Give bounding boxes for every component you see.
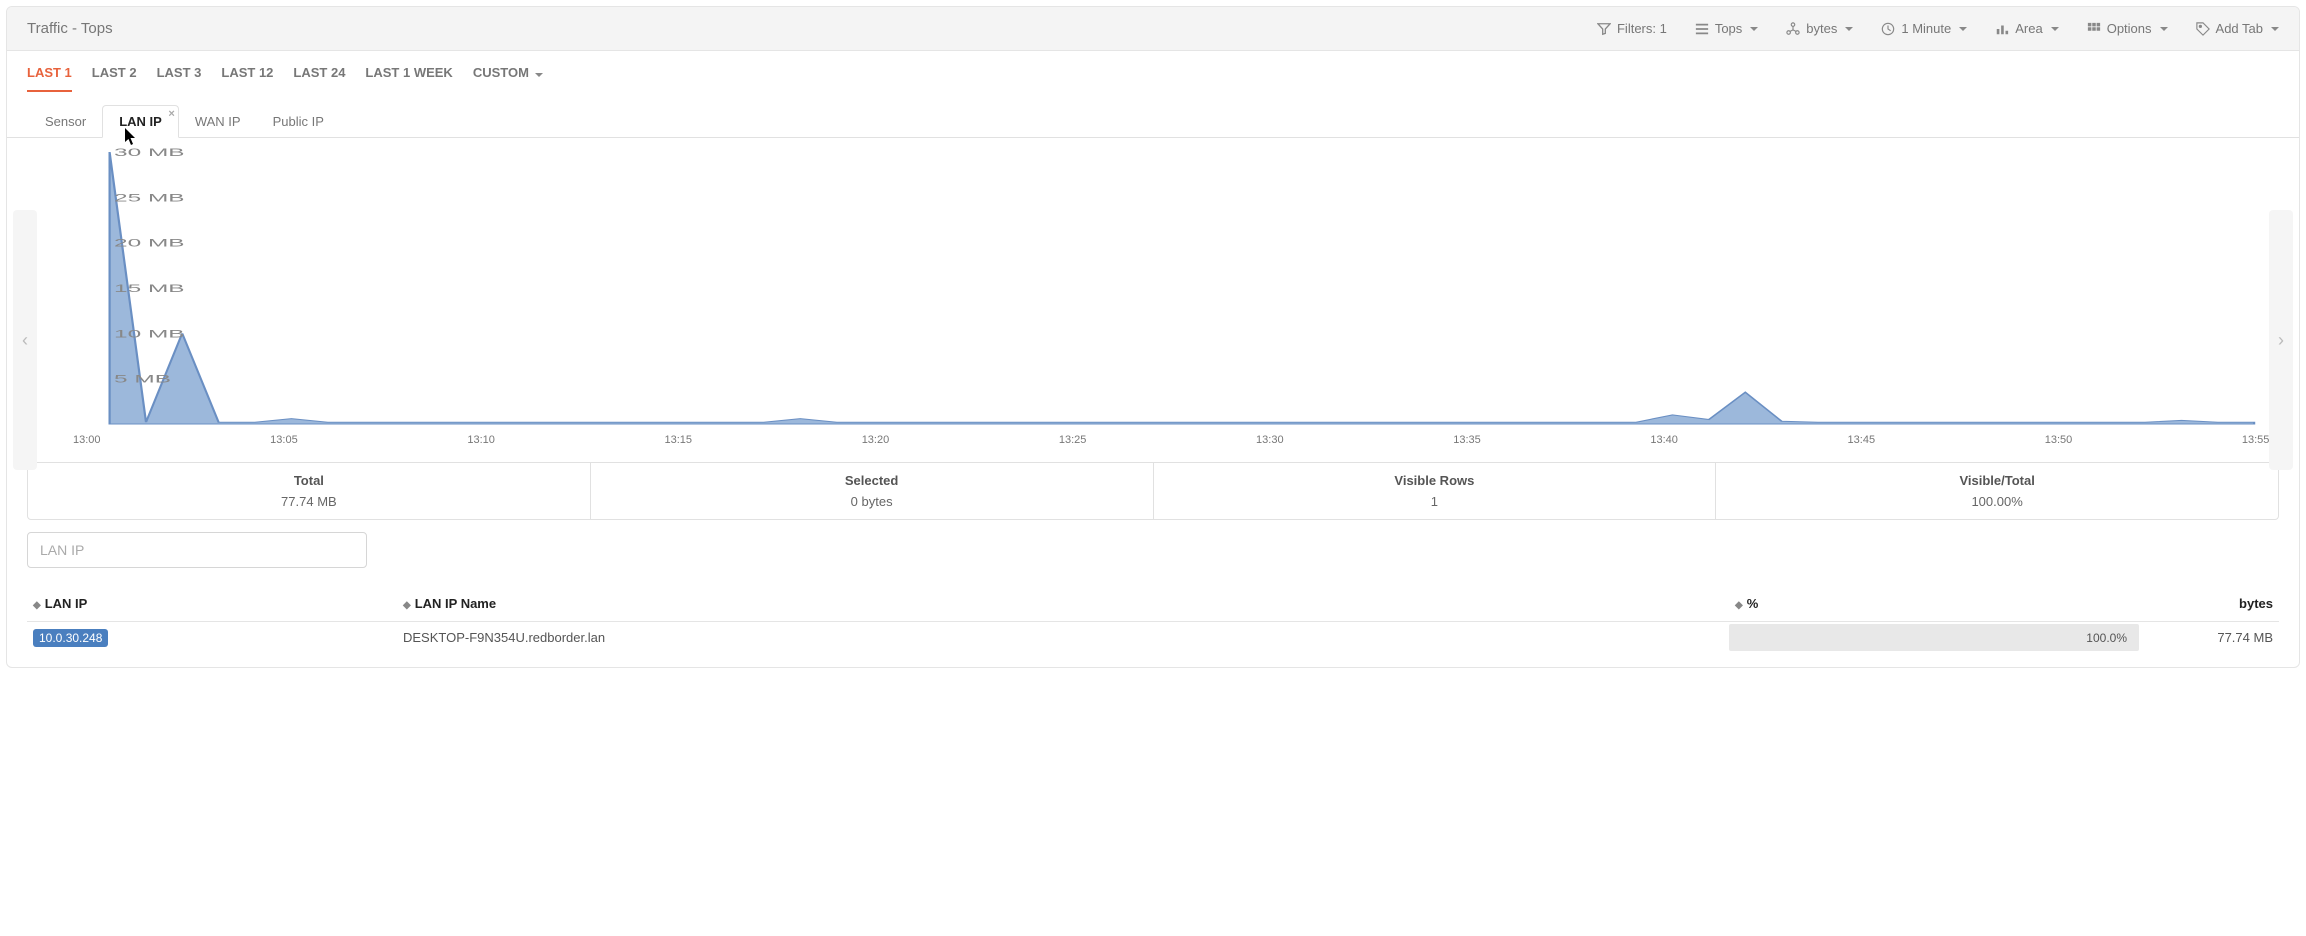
- charttype-label: Area: [2015, 21, 2042, 36]
- period-tabs: LAST 1 LAST 2 LAST 3 LAST 12 LAST 24 LAS…: [7, 51, 2299, 92]
- chart-next-button[interactable]: ›: [2269, 210, 2293, 470]
- summary-total: Total 77.74 MB: [28, 463, 590, 519]
- x-tick: 13:00: [73, 434, 74, 446]
- options-control[interactable]: Options: [2087, 21, 2168, 36]
- svg-text:10 MB: 10 MB: [114, 328, 185, 340]
- unit-label: bytes: [1806, 21, 1837, 36]
- x-tick: 13:25: [1059, 434, 1060, 446]
- chevron-down-icon: [2051, 27, 2059, 31]
- options-label: Options: [2107, 21, 2152, 36]
- x-tick: 13:05: [270, 434, 271, 446]
- x-tick: 13:15: [665, 434, 666, 446]
- tops-label: Tops: [1715, 21, 1742, 36]
- filters-control[interactable]: Filters: 1: [1597, 21, 1667, 36]
- cell-lan-ip-name: DESKTOP-F9N354U.redborder.lan: [397, 622, 1729, 654]
- col-percent[interactable]: ◆%: [1729, 586, 2139, 622]
- charttype-control[interactable]: Area: [1995, 21, 2058, 36]
- period-last-24[interactable]: LAST 24: [293, 65, 345, 92]
- network-icon: [1786, 22, 1800, 36]
- col-lan-ip[interactable]: ◆LAN IP: [27, 586, 397, 622]
- summary-visible-total: Visible/Total 100.00%: [1715, 463, 2278, 519]
- sort-icon: ◆: [403, 600, 411, 611]
- grid-icon: [2087, 22, 2101, 36]
- tops-control[interactable]: Tops: [1695, 21, 1758, 36]
- subtab-wan-ip[interactable]: WAN IP: [179, 106, 257, 137]
- chevron-down-icon: [1845, 27, 1853, 31]
- close-icon[interactable]: ×: [168, 108, 174, 120]
- x-tick: 13:20: [862, 434, 863, 446]
- area-chart: 30 MB 25 MB 20 MB 15 MB 10 MB 5 MB: [43, 148, 2263, 428]
- chart-prev-button[interactable]: ‹: [13, 210, 37, 470]
- chevron-down-icon: [1750, 27, 1758, 31]
- x-tick: 13:10: [467, 434, 468, 446]
- svg-text:25 MB: 25 MB: [114, 192, 185, 204]
- filters-label: Filters: 1: [1617, 21, 1667, 36]
- table-row[interactable]: 10.0.30.248 DESKTOP-F9N354U.redborder.lan…: [27, 622, 2279, 654]
- col-lan-ip-name[interactable]: ◆LAN IP Name: [397, 586, 1729, 622]
- period-custom[interactable]: CUSTOM: [473, 65, 543, 92]
- period-last-1[interactable]: LAST 1: [27, 65, 72, 92]
- tag-icon: [2196, 22, 2210, 36]
- funnel-icon: [1597, 22, 1611, 36]
- unit-control[interactable]: bytes: [1786, 21, 1853, 36]
- period-last-2[interactable]: LAST 2: [92, 65, 137, 92]
- add-tab-control[interactable]: Add Tab: [2196, 21, 2279, 36]
- chart-area: ‹ › 30 MB25 MB20 MB15 MB10 MB5 MB 13:001…: [7, 138, 2299, 450]
- chevron-down-icon: [2160, 27, 2168, 31]
- sort-icon: ◆: [33, 600, 41, 611]
- svg-text:15 MB: 15 MB: [114, 283, 185, 295]
- subtab-public-ip[interactable]: Public IP: [257, 106, 340, 137]
- period-last-12[interactable]: LAST 12: [221, 65, 273, 92]
- x-tick: 13:30: [1256, 434, 1257, 446]
- x-tick: 13:50: [2045, 434, 2046, 446]
- cell-bytes: 77.74 MB: [2139, 622, 2279, 654]
- ip-badge[interactable]: 10.0.30.248: [33, 629, 108, 647]
- svg-text:5 MB: 5 MB: [114, 373, 171, 385]
- x-tick: 13:40: [1650, 434, 1651, 446]
- svg-text:20 MB: 20 MB: [114, 237, 185, 249]
- list-icon: [1695, 22, 1709, 36]
- subtab-lan-ip[interactable]: LAN IP ×: [102, 105, 179, 138]
- search-row: [7, 532, 2299, 568]
- svg-text:30 MB: 30 MB: [114, 148, 185, 159]
- clock-icon: [1881, 22, 1895, 36]
- chevron-down-icon: [535, 73, 543, 77]
- chevron-down-icon: [2271, 27, 2279, 31]
- period-last-3[interactable]: LAST 3: [157, 65, 202, 92]
- subtab-sensor[interactable]: Sensor: [29, 106, 102, 137]
- chart-x-axis: 13:00 13:05 13:10 13:15 13:20 13:25 13:30 13:35…: [73, 434, 2243, 446]
- add-tab-label: Add Tab: [2216, 21, 2263, 36]
- interval-label: 1 Minute: [1901, 21, 1951, 36]
- summary-row: Total 77.74 MB Selected 0 bytes Visible …: [27, 462, 2279, 520]
- search-input[interactable]: [27, 532, 367, 568]
- summary-visible-rows: Visible Rows 1: [1153, 463, 1716, 519]
- summary-selected: Selected 0 bytes: [590, 463, 1153, 519]
- col-bytes[interactable]: bytes: [2139, 586, 2279, 622]
- sub-tabs: Sensor LAN IP × WAN IP Public IP: [7, 102, 2299, 138]
- interval-control[interactable]: 1 Minute: [1881, 21, 1967, 36]
- x-tick: 13:55: [2242, 434, 2243, 446]
- cell-percent: 100.0%: [1729, 622, 2139, 654]
- x-tick: 13:45: [1848, 434, 1849, 446]
- period-last-1-week[interactable]: LAST 1 WEEK: [365, 65, 452, 92]
- x-tick: 13:35: [1453, 434, 1454, 446]
- data-table: ◆LAN IP ◆LAN IP Name ◆% bytes 10.0.30.24…: [27, 586, 2279, 653]
- sort-icon: ◆: [1735, 600, 1743, 611]
- chart-bar-icon: [1995, 22, 2009, 36]
- topbar: Traffic - Tops Filters: 1 Tops bytes 1 M…: [7, 7, 2299, 51]
- chevron-down-icon: [1959, 27, 1967, 31]
- page-title: Traffic - Tops: [27, 20, 113, 37]
